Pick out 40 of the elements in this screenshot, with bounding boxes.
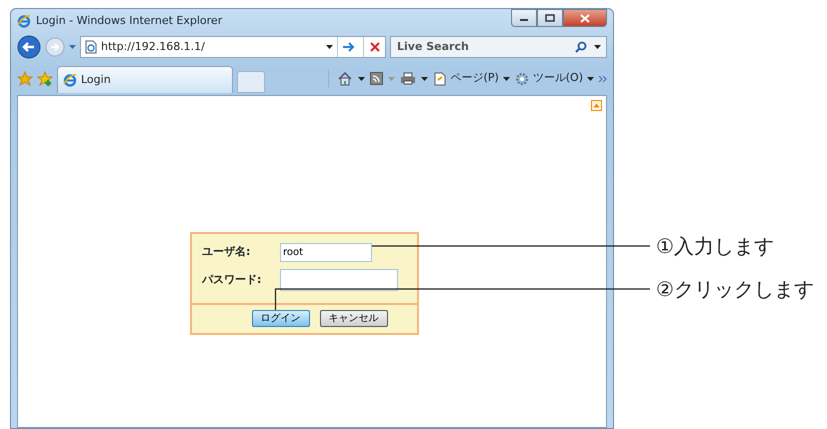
printer-icon[interactable] — [400, 72, 416, 85]
caret-icon — [587, 76, 594, 80]
stop-icon[interactable] — [370, 42, 380, 52]
callout-text: ①入力します — [656, 236, 774, 256]
field-label: パスワード: — [202, 272, 262, 288]
minimize-button[interactable] — [511, 9, 537, 27]
form-button[interactable]: ログイン — [252, 310, 310, 327]
form-button[interactable]: キャンセル — [320, 310, 388, 327]
address-bar[interactable]: http://192.168.1.1/ — [80, 36, 386, 58]
caret-icon[interactable] — [358, 76, 365, 80]
gear-icon — [514, 72, 529, 86]
url-text: http://192.168.1.1/ — [101, 38, 206, 55]
page-icon — [432, 72, 447, 86]
browser-logo-icon — [63, 73, 77, 87]
search-field[interactable]: Live Search — [390, 36, 607, 58]
more-icon[interactable] — [599, 76, 607, 82]
caret-icon[interactable] — [594, 45, 601, 49]
window-title: Login - Windows Internet Explorer — [36, 12, 222, 29]
close-button[interactable] — [563, 9, 607, 27]
field-label: ユーザ名: — [202, 244, 252, 260]
password-field[interactable] — [280, 269, 398, 291]
caret-icon[interactable] — [420, 76, 428, 80]
star-icon[interactable] — [17, 70, 33, 86]
caret-icon — [502, 76, 510, 80]
close-icon — [580, 14, 590, 22]
callout-text: ②クリックします — [656, 279, 814, 299]
search-icon[interactable] — [575, 41, 587, 53]
back-icon[interactable] — [17, 35, 41, 59]
browser-logo-icon — [17, 14, 31, 28]
caret-icon[interactable] — [326, 45, 333, 49]
toolbar-menu[interactable]: ページ(P) — [432, 70, 510, 87]
home-icon[interactable] — [336, 71, 353, 86]
username-field[interactable]: root — [280, 243, 372, 262]
feed-icon[interactable] — [370, 72, 383, 85]
toolbar-menu[interactable]: ツール(O) — [514, 70, 594, 87]
maximize-icon — [545, 14, 555, 22]
maximize-button[interactable] — [537, 9, 563, 27]
browser-tab[interactable]: Login — [57, 66, 233, 93]
go-arrow-icon[interactable] — [342, 42, 354, 52]
page-icon — [85, 40, 97, 54]
